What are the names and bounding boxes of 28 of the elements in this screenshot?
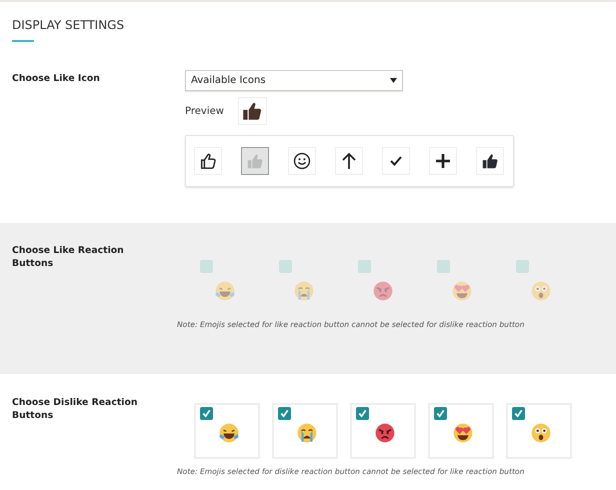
angry-emoji xyxy=(374,422,396,444)
angry-emoji xyxy=(372,280,394,302)
icon-select[interactable]: Available Icons xyxy=(185,70,403,91)
checkbox[interactable] xyxy=(434,407,447,420)
preview-label: Preview xyxy=(185,106,224,116)
crying-emoji xyxy=(296,422,318,444)
field-label: Choose Like Icon xyxy=(11,72,101,86)
surprised-emoji xyxy=(530,280,552,302)
thumb-icon xyxy=(199,152,217,170)
check-icon xyxy=(390,156,402,166)
checkbox[interactable] xyxy=(200,407,213,420)
heart-eyes-emoji xyxy=(452,422,474,444)
checkbox[interactable] xyxy=(278,407,291,420)
checkbox[interactable] xyxy=(512,407,525,420)
caret-icon xyxy=(390,78,397,83)
thumb-icon xyxy=(481,152,499,170)
smiley-icon xyxy=(293,152,311,170)
surprised-emoji xyxy=(530,422,552,444)
laughing-emoji xyxy=(218,422,240,444)
title-underline xyxy=(12,40,34,42)
section-title: DISPLAY SETTINGS xyxy=(12,18,124,32)
plus-icon xyxy=(436,154,450,168)
arrow-up-icon xyxy=(341,152,357,170)
laughing-emoji xyxy=(214,280,236,302)
crying-emoji xyxy=(293,280,315,302)
checkbox[interactable] xyxy=(356,407,369,420)
heart-eyes-emoji xyxy=(451,280,473,302)
thumb-icon xyxy=(246,152,264,170)
